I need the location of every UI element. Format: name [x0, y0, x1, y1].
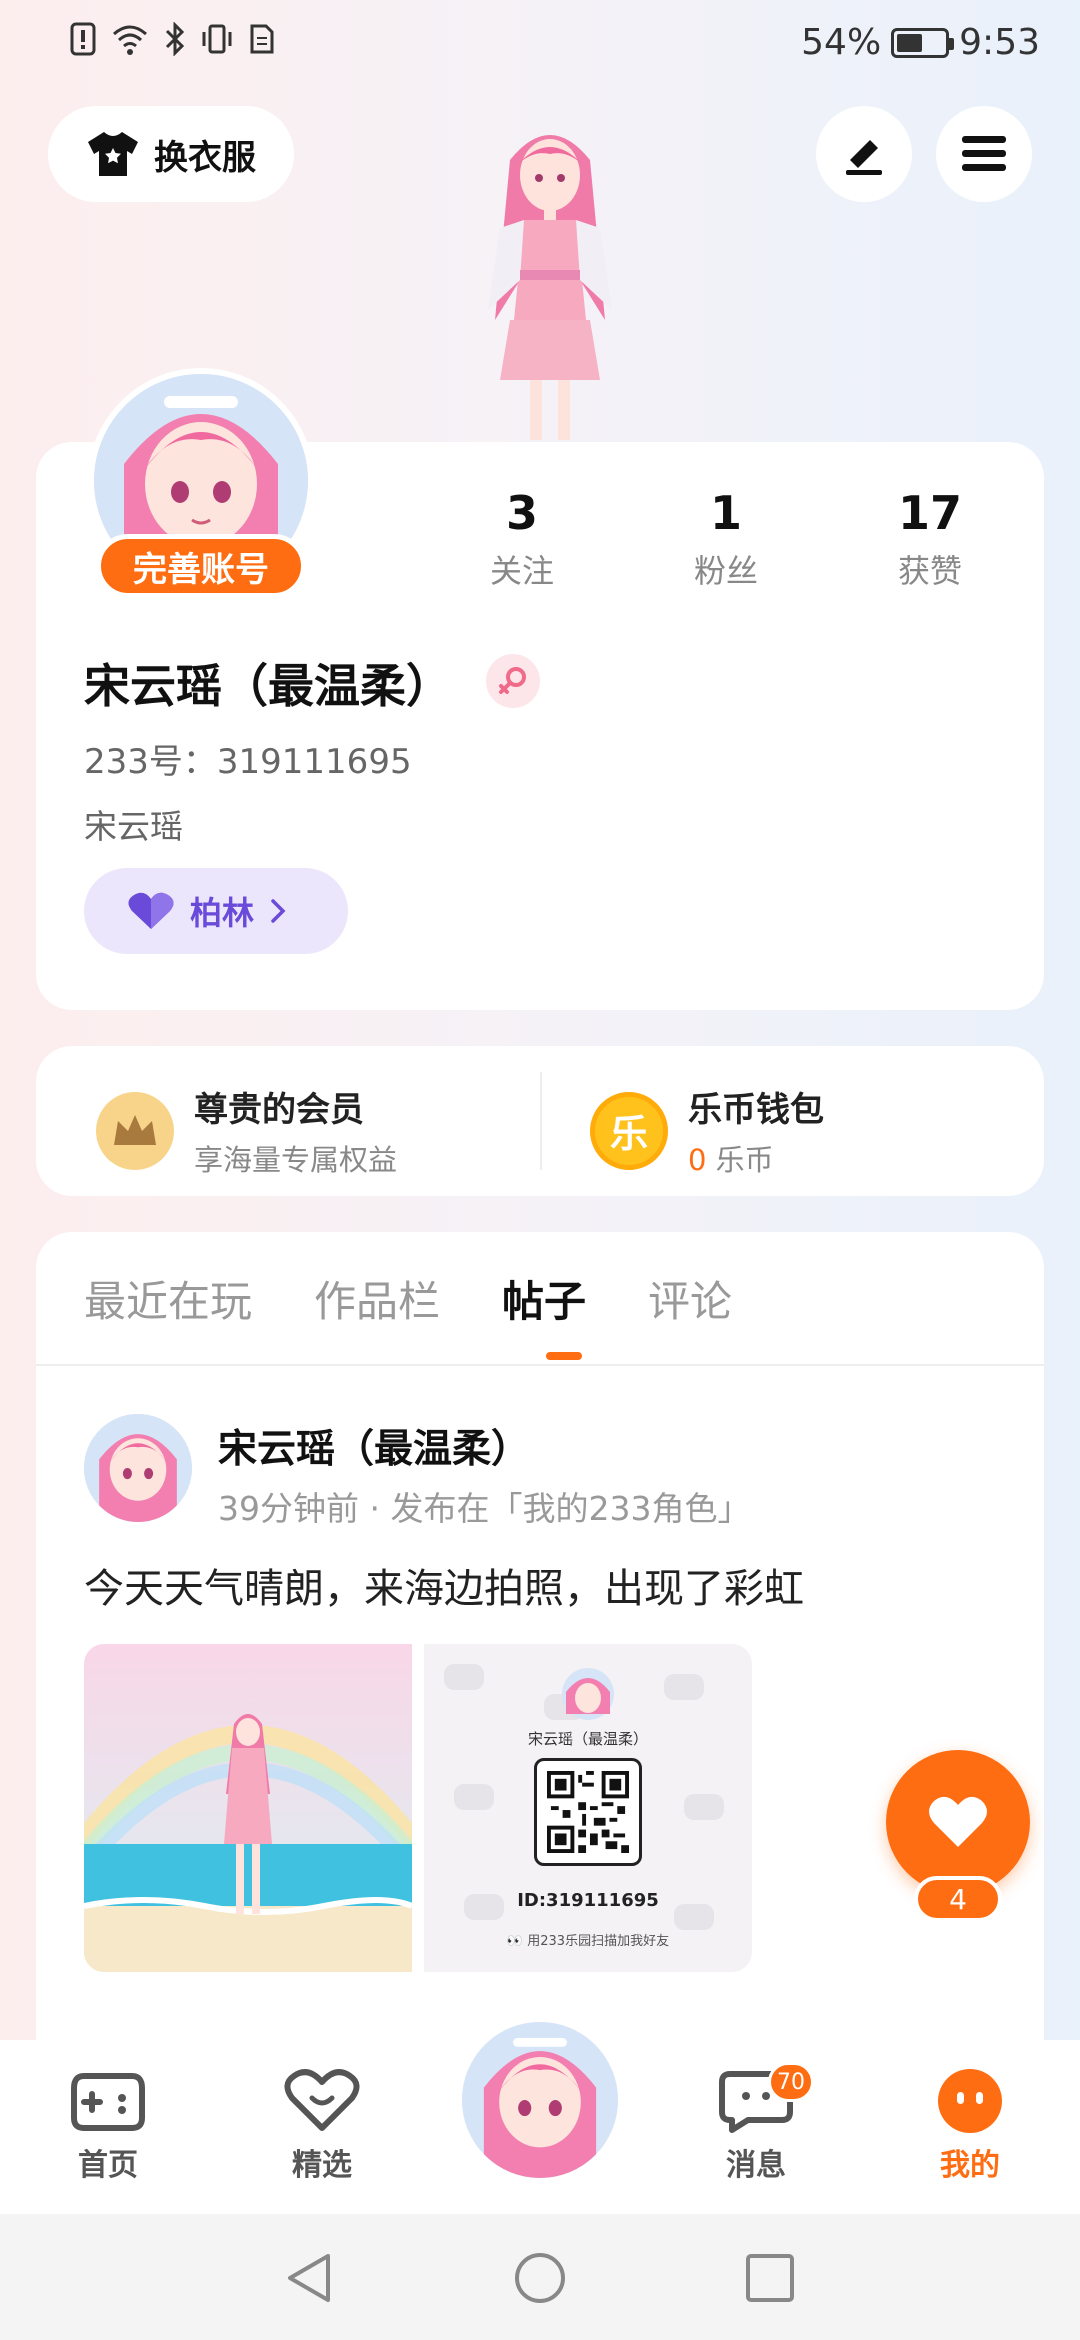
user-nickname: 宋云瑶	[84, 807, 183, 846]
heart-fill-icon	[929, 1796, 987, 1847]
stat-following[interactable]: 3 关注	[442, 486, 602, 592]
eyes-icon: 👀	[506, 1934, 524, 1949]
heart-icon	[128, 892, 174, 929]
sim-icon	[250, 24, 274, 54]
wallet-amount: 0	[688, 1143, 707, 1177]
wallet-unit: 乐币	[715, 1143, 774, 1177]
stat-following-count: 3	[505, 486, 538, 540]
coin-icon: 乐	[590, 1091, 668, 1170]
message-count-badge: 70	[768, 2062, 814, 2102]
tab-indicator	[546, 1352, 582, 1360]
vip-subtitle: 享海量专属权益	[194, 1143, 398, 1177]
nav-messages-label: 消息	[726, 2148, 786, 2183]
post-image-beach[interactable]	[84, 1644, 412, 1972]
center-avatar-portrait	[462, 2022, 618, 2178]
gamepad-icon	[71, 2073, 145, 2131]
nav-featured[interactable]: 精选	[252, 2068, 392, 2184]
tab-divider	[36, 1364, 1044, 1366]
edit-button[interactable]	[816, 106, 912, 202]
profile-name: 宋云瑶（最温柔）	[84, 659, 452, 713]
battery-icon	[891, 27, 955, 58]
qr-code-icon	[547, 1771, 629, 1853]
wallet-entry[interactable]: 乐 乐币钱包 0 乐币	[590, 1082, 824, 1179]
post-text[interactable]: 今天天气晴朗，来海边拍照，出现了彩虹	[84, 1556, 804, 1614]
qr-card-tip: 👀 用233乐园扫描加我好友	[424, 1930, 752, 1949]
stat-likes[interactable]: 17 获赞	[850, 486, 1010, 592]
chevron-right-icon	[271, 899, 286, 923]
home-circle-icon[interactable]	[512, 2250, 568, 2306]
stat-followers-label: 粉丝	[693, 552, 758, 590]
shirt-icon	[88, 132, 138, 176]
mine-face-icon	[938, 2069, 1002, 2133]
wifi-icon	[113, 25, 147, 55]
nav-home-label: 首页	[78, 2148, 138, 2183]
tab-recent-play[interactable]: 最近在玩	[84, 1268, 252, 1329]
vibrate-icon	[202, 24, 232, 54]
back-icon[interactable]	[282, 2250, 338, 2306]
change-outfit-button[interactable]: 换衣服	[48, 106, 294, 202]
recents-icon[interactable]	[742, 2250, 798, 2306]
nav-home[interactable]: 首页	[38, 2068, 178, 2184]
post-author-name[interactable]: 宋云瑶（最温柔）	[218, 1418, 530, 1474]
nav-avatar-center[interactable]	[456, 2016, 624, 2184]
profile-tabs: 最近在玩 作品栏 帖子 评论	[84, 1268, 732, 1329]
beach-photo	[84, 1644, 412, 1972]
post-author-avatar[interactable]	[84, 1414, 192, 1522]
stat-following-label: 关注	[489, 552, 554, 590]
bluetooth-icon	[165, 22, 185, 56]
qr-card-id: ID:319111695	[517, 1890, 659, 1911]
tab-comments[interactable]: 评论	[648, 1268, 732, 1329]
qr-code	[534, 1758, 642, 1866]
qr-card-name: 宋云瑶（最温柔）	[527, 1730, 648, 1748]
clock: 9:53	[959, 22, 1040, 63]
menu-button[interactable]	[936, 106, 1032, 202]
like-button[interactable]	[886, 1750, 1030, 1894]
crown-icon	[96, 1091, 174, 1170]
nav-mine[interactable]: 我的	[900, 2068, 1040, 2184]
wallet-title: 乐币钱包	[688, 1090, 824, 1130]
nav-featured-label: 精选	[292, 2148, 352, 2183]
stat-likes-label: 获赞	[897, 552, 962, 590]
post-avatar-portrait	[84, 1414, 192, 1522]
vip-entry[interactable]: 尊贵的会员 享海量专属权益	[96, 1082, 397, 1179]
status-icons-right: 54% 9:53	[801, 22, 1040, 63]
family-button[interactable]: 柏林	[84, 868, 348, 954]
user-id: 233号：319111695	[84, 742, 412, 782]
avatar-3d-figure[interactable]	[440, 120, 660, 440]
stat-likes-count: 17	[897, 486, 962, 540]
complete-account-badge[interactable]: 完善账号	[96, 534, 306, 598]
stat-followers[interactable]: 1 粉丝	[646, 486, 806, 592]
menu-icon	[962, 136, 1006, 171]
nav-mine-label: 我的	[940, 2148, 1000, 2183]
battery-fill	[897, 33, 923, 52]
battery-percent: 54%	[801, 22, 882, 63]
vip-title: 尊贵的会员	[194, 1090, 364, 1130]
qr-card-tip-text: 用233乐园扫描加我好友	[527, 1934, 670, 1949]
status-icons-left	[70, 22, 276, 56]
like-count: 4	[914, 1876, 1002, 1922]
female-icon	[486, 654, 540, 708]
stat-followers-count: 1	[709, 486, 742, 540]
pen-icon	[846, 140, 882, 175]
change-outfit-label: 换衣服	[154, 137, 256, 178]
post-meta: 39分钟前 · 发布在「我的233角色」	[218, 1489, 751, 1528]
featured-heart-icon	[284, 2069, 360, 2131]
alert-icon	[70, 22, 96, 56]
tab-works[interactable]: 作品栏	[314, 1268, 440, 1329]
tab-posts[interactable]: 帖子	[502, 1268, 586, 1329]
family-label: 柏林	[190, 894, 255, 932]
member-divider	[540, 1072, 542, 1170]
